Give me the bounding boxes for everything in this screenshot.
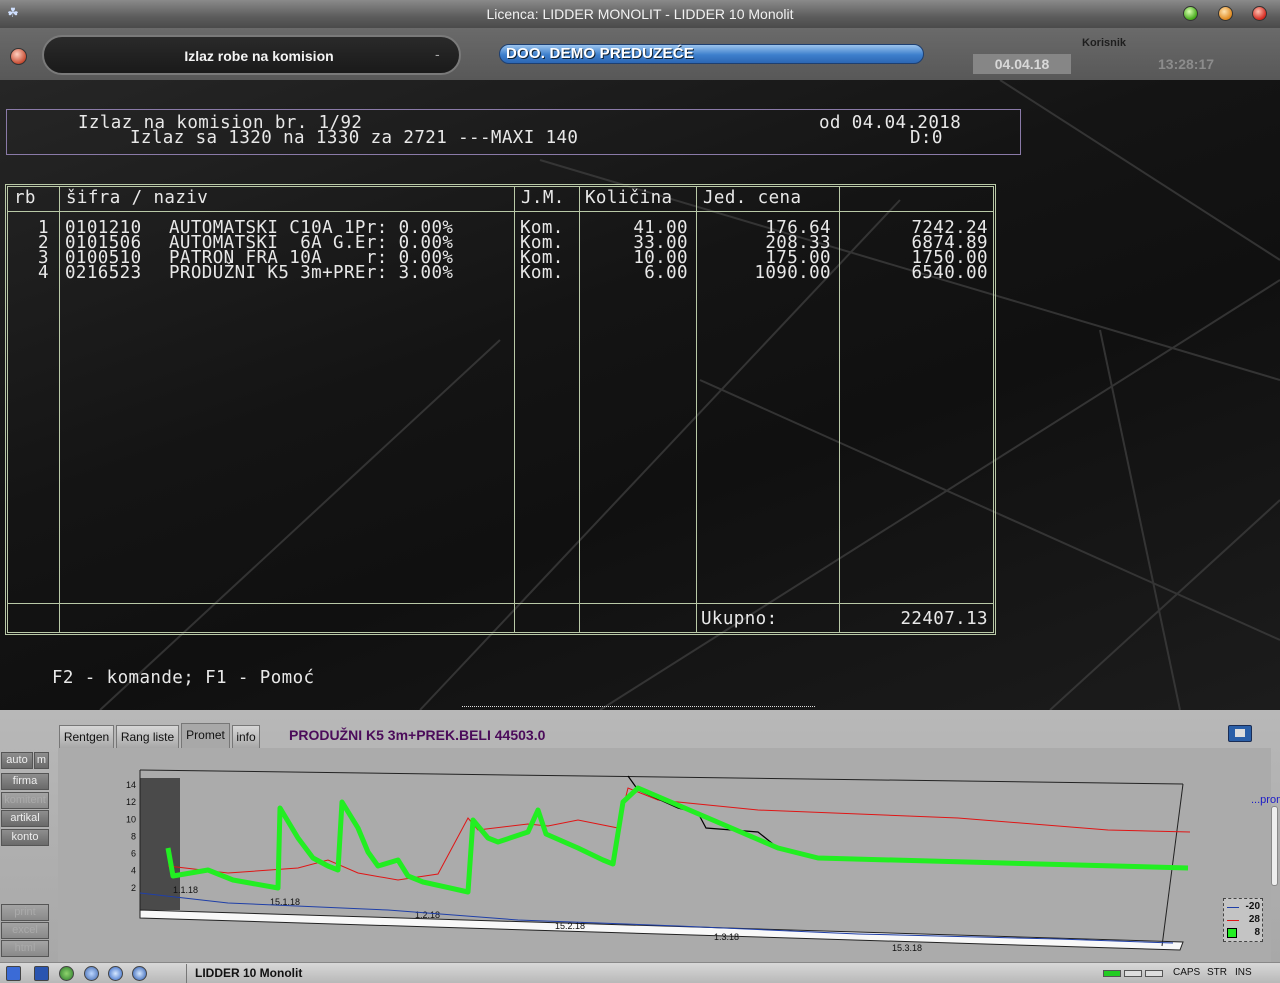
series-green-line [165,785,1189,895]
cell-kolicina: 6.00 [644,263,688,283]
doc-route: Izlaz sa 1320 na 1330 za 2721 ---MAXI 14… [130,128,579,148]
legend-item: 28 [1227,914,1262,926]
exit-dot-button[interactable] [10,48,27,65]
app-header: Izlaz robe na komision - DOO. DEMO PREDU… [0,28,1280,80]
excel-button[interactable]: excel [1,922,49,939]
chart-floor [139,909,1184,951]
window-title-bar: ☘ Licenca: LIDDER MONOLIT - LIDDER 10 Mo… [0,0,1280,28]
y-tick-label: 4 [131,866,136,876]
x-tick-label: 1.2.18 [415,910,440,920]
cell-sifra: 0216523 [65,263,142,283]
komitent-button[interactable]: komitent [1,792,49,809]
close-button[interactable] [1252,6,1267,21]
x-tick-label: 1.3.18 [714,932,739,942]
company-bar: DOO. DEMO PREDUZEĆE [499,44,924,64]
caps-indicator: CAPS [1173,967,1201,978]
window-icon[interactable] [34,966,49,981]
globe-icon[interactable] [59,966,74,981]
tab-rang-liste[interactable]: Rang liste [116,725,179,749]
chart-svg: 2468101214 1.1.1815.1.181.2.1815.2.181.3… [126,769,1191,953]
panel-scroll-handle[interactable] [1271,806,1278,886]
cell-jm: Kom. [520,263,564,283]
y-tick-label: 10 [126,814,136,824]
y-tick-label: 8 [131,831,136,841]
cell-iznos: 6540.00 [911,263,988,283]
header-clock: 13:28:17 [1158,56,1215,72]
legend-value: -20 [1245,901,1260,912]
cell-naziv: PRODUŽNI K5 3m+PREr: 3.00% [169,263,454,283]
col-header-sifra-naziv: šifra / naziv [66,188,209,208]
tab-promet[interactable]: Promet [181,723,230,749]
legend-item: -20 [1227,901,1262,913]
auto-button[interactable]: auto [1,752,33,769]
splitter-handle[interactable] [462,706,815,708]
col-header-rb: rb [14,188,36,208]
y-tick-label: 12 [126,797,136,807]
total-value: 22407.13 [900,609,988,629]
konto-button[interactable]: konto [1,829,49,846]
html-button[interactable]: html [1,940,49,957]
status-bar: LIDDER 10 Monolit CAPS STR INS [0,962,1280,983]
minimize-button[interactable] [1183,6,1198,21]
x-tick-label: 15.3.18 [892,943,922,953]
status-app-name: LIDDER 10 Monolit [186,964,1086,983]
col-header-jm: J.M. [521,188,565,208]
col-header-kolicina: Količina [585,188,673,208]
led-indicator-1 [1103,970,1121,977]
promena-label: ...promena:44 [1251,794,1280,806]
tab-info[interactable]: info [232,725,260,749]
cell-cena: 1090.00 [754,263,831,283]
terminal-screen: Izlaz na komision br. 1/92 od 04.04.2018… [0,80,1280,710]
y-tick-label: 2 [131,883,136,893]
items-table [5,184,996,635]
artikal-button[interactable]: artikal [1,810,49,827]
user-icon[interactable] [84,966,99,981]
col-header-jed-cena: Jed. cena [703,188,802,208]
legend-value: 8 [1254,927,1260,938]
doc-d-flag: D:0 [910,128,943,148]
product-title: PRODUŽNI K5 3m+PREK.BELI 44503.0 [289,727,546,743]
tab-rentgen[interactable]: Rentgen [59,725,114,749]
analysis-panel: Rentgen Rang liste Promet info PRODUŽNI … [0,710,1280,962]
y-axis-ticks: 2 4 6 8 10 12 14 [126,780,136,893]
cell-rb: 4 [38,263,49,283]
company-name: DOO. DEMO PREDUZEĆE [506,45,694,62]
legend-value: 28 [1248,914,1260,925]
header-date: 04.04.18 [973,54,1071,74]
ins-indicator: INS [1235,967,1252,978]
y-tick-label: 14 [126,780,136,790]
y-tick-label: 6 [131,849,136,859]
chart-legend: -20 28 8 [1223,898,1263,942]
window-title: Licenca: LIDDER MONOLIT - LIDDER 10 Mono… [486,6,794,22]
x-tick-label: 1.1.18 [173,885,198,895]
monitor-icon[interactable] [1228,725,1252,742]
module-title: Izlaz robe na komision [184,48,334,64]
m-button[interactable]: m [34,752,49,769]
led-indicator-2 [1124,970,1142,977]
turnover-chart: 2 4 6 8 10 12 14 1.1.18 15.1.18 1.2.18 15.2.18 1.3… [58,748,1280,962]
user-label: Korisnik [1082,37,1127,49]
print-button[interactable]: print [1,904,49,921]
info-icon[interactable] [132,966,147,981]
str-indicator: STR [1207,967,1227,978]
firma-button[interactable]: firma [1,773,49,790]
led-indicator-3 [1145,970,1163,977]
module-dash: - [435,46,440,62]
module-selector[interactable]: Izlaz robe na komision - [42,35,461,75]
total-label: Ukupno: [701,609,778,629]
maximize-button[interactable] [1218,6,1233,21]
check-icon[interactable] [108,966,123,981]
legend-item: 8 [1227,927,1262,939]
chart-top-edge [139,769,1184,785]
key-hints: F2 - komande; F1 - Pomoć [52,668,315,688]
network-icon[interactable] [6,966,21,981]
